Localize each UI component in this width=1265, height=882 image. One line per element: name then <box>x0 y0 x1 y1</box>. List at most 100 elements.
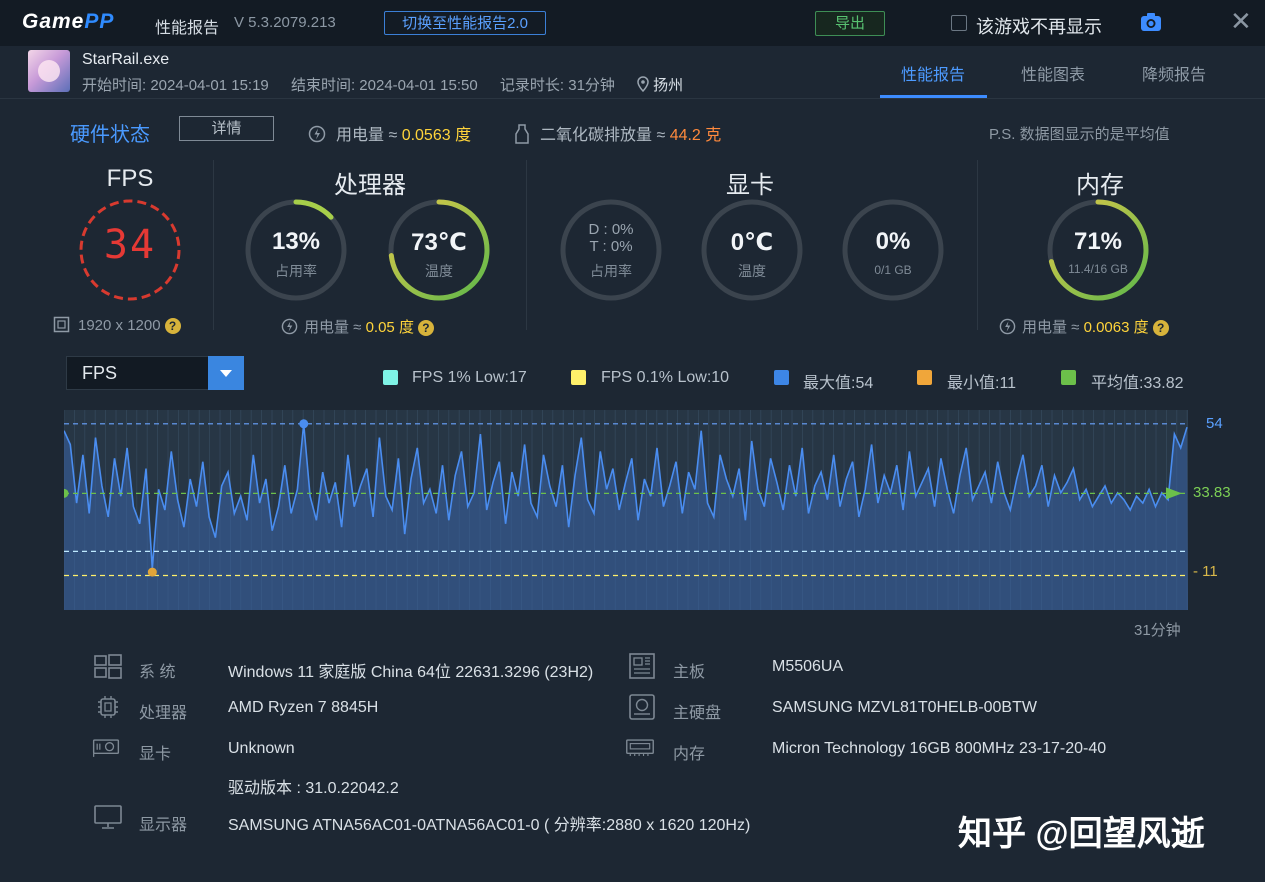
disk-value: SAMSUNG MZVL81T0HELB-00BTW <box>772 699 1037 716</box>
gpu-key: 显卡 <box>139 746 172 763</box>
end-time: 结束时间: 2024-04-01 15:50 <box>290 77 478 94</box>
legend-swatch-avg <box>1061 370 1076 385</box>
tab-performance-report[interactable]: 性能报告 <box>901 61 965 85</box>
motherboard-value: M5506UA <box>772 658 844 675</box>
divider <box>526 160 527 330</box>
gpu-d-usage: D : 0% <box>588 221 634 238</box>
legend-1pct-low: FPS 1% Low:17 <box>412 369 527 386</box>
resolution-info: 1920 x 1200? <box>53 316 181 335</box>
location-label: 扬州 <box>653 77 684 94</box>
cpu-temp-value: 73℃ <box>411 229 467 256</box>
y-label-max: 54 <box>1206 414 1223 432</box>
start-time: 开始时间: 2024-04-01 15:19 <box>82 77 269 94</box>
version-label: V 5.3.2079.213 <box>234 14 336 31</box>
co2-stat: 二氧化碳排放量 ≈ 44.2 克 <box>514 121 721 145</box>
driver-version: 驱动版本 : 31.0.22042.2 <box>228 780 399 797</box>
legend-min: 最小值:11 <box>947 375 1017 392</box>
gpu-section-title: 显卡 <box>726 172 774 199</box>
help-icon[interactable]: ? <box>164 318 181 335</box>
hide-game-label[interactable]: 该游戏不再显示 <box>976 13 1102 39</box>
monitor-key: 显示器 <box>139 817 188 834</box>
legend-swatch-01pct-low <box>571 370 586 385</box>
ram-icon <box>626 739 654 756</box>
monitor-value: SAMSUNG ATNA56AC01-0ATNA56AC01-0 ( 分辨率:2… <box>228 817 751 834</box>
legend-max: 最大值:54 <box>803 375 874 392</box>
cpu-section-title: 处理器 <box>334 172 406 199</box>
gpu-vram-value: 0% <box>875 228 911 255</box>
fps-chart[interactable] <box>64 410 1188 610</box>
gpu-t-usage: T : 0% <box>589 238 633 255</box>
gpu-vram-label: 0/1 GB <box>874 263 912 277</box>
hardware-status-title: 硬件状态 <box>70 124 150 146</box>
close-icon[interactable]: ✕ <box>1230 8 1252 34</box>
divider <box>977 160 978 330</box>
total-power-value: 0.0563 度 <box>401 127 472 144</box>
cpu-usage-label: 占用率 <box>275 263 317 279</box>
legend-avg: 平均值:33.82 <box>1091 375 1184 392</box>
ps-note: P.S. 数据图显示的是平均值 <box>989 126 1170 143</box>
camera-icon[interactable] <box>1140 12 1162 32</box>
cpu-usage-value: 13% <box>271 228 321 255</box>
motherboard-key: 主板 <box>673 664 706 681</box>
total-power-stat: 用电量 ≈ 0.0563 度 <box>308 121 471 145</box>
power-icon <box>281 318 298 335</box>
session-times: 开始时间: 2024-04-01 15:19 结束时间: 2024-04-01 … <box>82 74 701 95</box>
help-icon[interactable]: ? <box>1152 320 1169 337</box>
cpu-key: 处理器 <box>139 705 188 722</box>
windows-icon <box>94 654 122 679</box>
legend-swatch-max <box>774 370 789 385</box>
ram-value: Micron Technology 16GB 800MHz 23-17-20-4… <box>772 740 1107 757</box>
max-point <box>299 419 309 429</box>
gpu-temp-value: 0℃ <box>730 229 774 256</box>
details-button[interactable]: 详情 <box>179 116 274 141</box>
metric-select-value[interactable]: FPS <box>82 363 117 384</box>
memory-power-info: 用电量 ≈ 0.0063 度? <box>999 316 1169 337</box>
location-pin-icon <box>637 76 649 93</box>
cpu-power-info: 用电量 ≈ 0.05 度? <box>281 316 434 337</box>
co2-icon <box>515 124 529 144</box>
legend-swatch-min <box>917 370 932 385</box>
gpu-icon <box>92 739 120 757</box>
memory-section-title: 内存 <box>1076 172 1124 199</box>
resolution-icon <box>53 316 70 333</box>
gpu-temp-label: 温度 <box>738 263 766 279</box>
cpu-temp-label: 温度 <box>425 263 453 279</box>
hide-game-checkbox[interactable] <box>951 15 967 31</box>
window-title: 性能报告 <box>155 20 220 37</box>
motherboard-icon <box>629 653 655 679</box>
legend-01pct-low: FPS 0.1% Low:10 <box>601 369 730 386</box>
game-exe-name: StarRail.exe <box>82 51 170 68</box>
y-label-min: - 11 <box>1193 563 1218 581</box>
record-duration: 记录时长: 31分钟 <box>499 77 615 94</box>
gpu-value: Unknown <box>228 740 295 757</box>
gpu-usage-label: 占用率 <box>590 263 632 279</box>
cpu-value: AMD Ryzen 7 8845H <box>228 699 379 716</box>
divider <box>213 160 214 330</box>
x-end-label: 31分钟 <box>1134 622 1181 639</box>
cpu-power-value: 0.05 度 <box>365 319 414 336</box>
min-point <box>147 567 157 577</box>
chevron-down-icon[interactable] <box>208 356 244 390</box>
fps-section-title: FPS <box>106 165 154 192</box>
disk-key: 主硬盘 <box>673 705 722 722</box>
memory-label: 11.4/16 GB <box>1068 262 1128 276</box>
watermark: 知乎 @回望风逝 <box>958 815 1205 853</box>
y-label-avg: 33.83 <box>1193 484 1231 502</box>
resolution-value: 1920 x 1200 <box>78 317 161 334</box>
memory-value: 71% <box>1073 228 1123 255</box>
disk-icon <box>629 694 655 720</box>
co2-value: 44.2 克 <box>669 127 722 144</box>
game-avatar <box>28 50 70 92</box>
power-icon <box>308 125 326 143</box>
tab-throttle-report[interactable]: 降频报告 <box>1142 61 1206 85</box>
monitor-icon <box>94 805 122 829</box>
export-button[interactable]: 导出 <box>815 11 885 36</box>
switch-report-button[interactable]: 切换至性能报告2.0 <box>384 11 546 35</box>
help-icon[interactable]: ? <box>417 320 434 337</box>
cpu-icon <box>98 696 118 718</box>
ram-key: 内存 <box>673 746 706 763</box>
tab-performance-chart[interactable]: 性能图表 <box>1021 61 1085 85</box>
legend-swatch-1pct-low <box>383 370 398 385</box>
power-icon <box>999 318 1016 335</box>
os-key: 系 统 <box>139 664 176 681</box>
